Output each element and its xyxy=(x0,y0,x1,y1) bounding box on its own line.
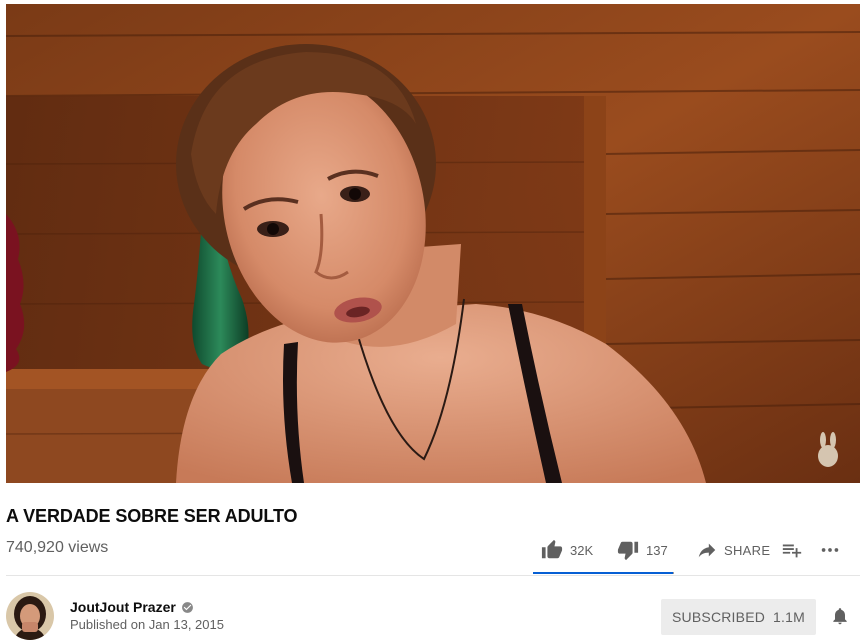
verified-check-icon xyxy=(181,601,194,614)
like-dislike-bar xyxy=(533,572,674,574)
thumbs-up-icon xyxy=(540,538,564,562)
more-horizontal-icon xyxy=(818,538,842,562)
like-count: 32K xyxy=(570,542,594,558)
notification-bell-button[interactable] xyxy=(828,604,852,628)
like-ratio-fill xyxy=(533,572,674,574)
add-to-playlist-icon xyxy=(780,538,804,562)
more-actions-button[interactable] xyxy=(806,533,846,567)
thumbs-down-icon xyxy=(616,538,640,562)
channel-info: JoutJout Prazer xyxy=(70,599,194,615)
channel-avatar[interactable] xyxy=(6,592,54,640)
view-count: 740,920 views xyxy=(6,539,109,556)
like-button[interactable]: 32K xyxy=(532,533,602,567)
divider xyxy=(6,575,860,576)
share-button[interactable]: SHARE xyxy=(674,533,770,567)
video-actions: 32K 137 SHARE xyxy=(532,533,846,567)
subscribe-label: SUBSCRIBED xyxy=(672,609,766,625)
subscriber-count: 1.1M xyxy=(773,609,805,625)
video-title: A VERDADE SOBRE SER ADULTO xyxy=(6,506,298,526)
publish-date: Published on Jan 13, 2015 xyxy=(70,617,224,632)
dislike-button[interactable]: 137 xyxy=(602,533,674,567)
video-player[interactable] xyxy=(6,4,860,483)
bell-icon xyxy=(830,606,850,626)
video-frame xyxy=(6,4,860,483)
add-to-playlist-button[interactable] xyxy=(762,533,806,567)
dislike-count: 137 xyxy=(646,542,668,558)
subscribe-button[interactable]: SUBSCRIBED 1.1M xyxy=(661,599,816,635)
channel-name[interactable]: JoutJout Prazer xyxy=(70,599,176,615)
share-arrow-icon xyxy=(696,538,718,562)
